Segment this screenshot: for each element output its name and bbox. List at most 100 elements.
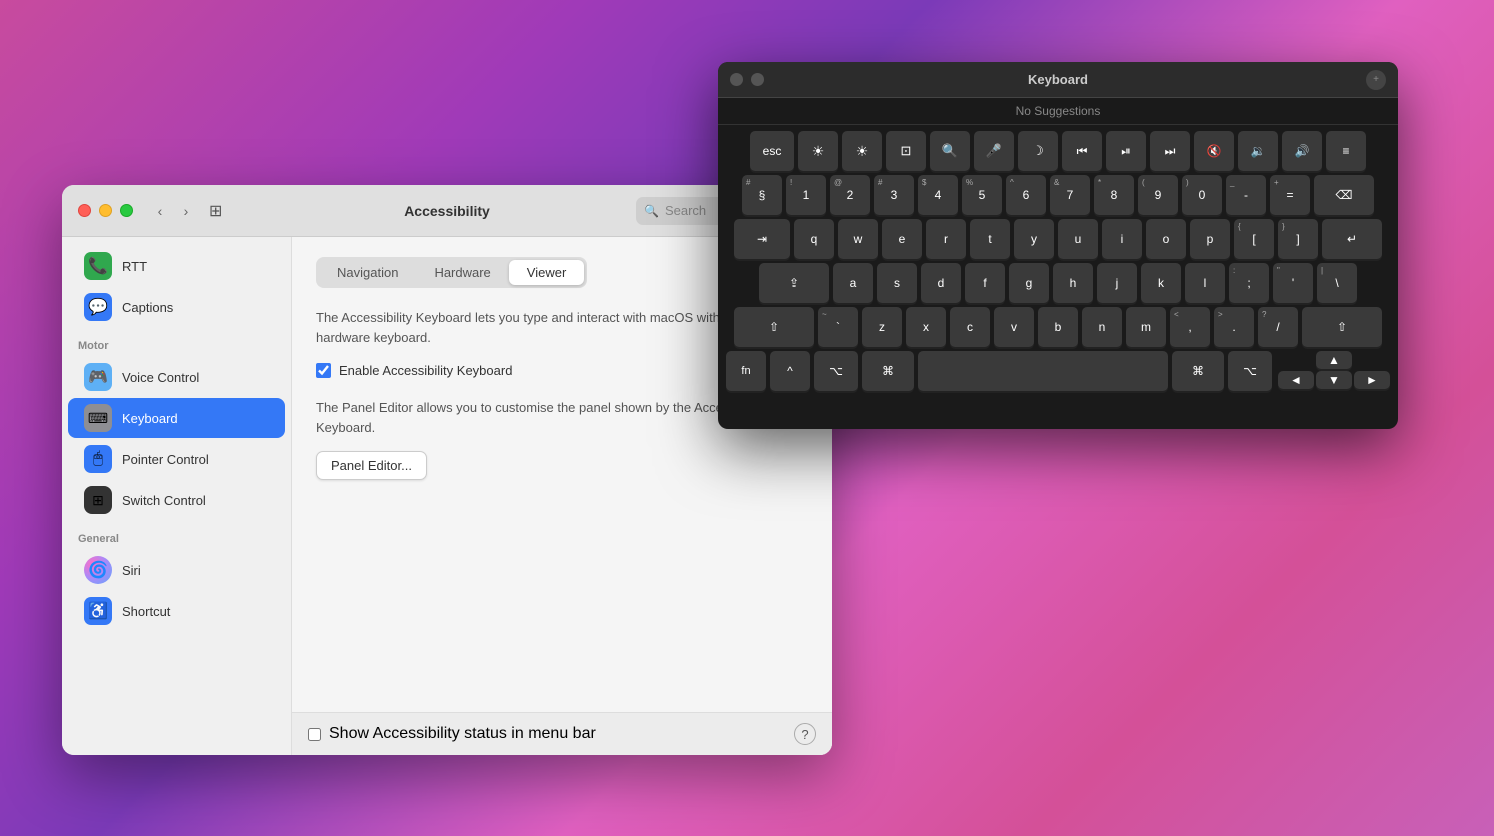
key-j[interactable]: j (1097, 263, 1137, 303)
key-bracket-right[interactable]: }] (1278, 219, 1318, 259)
key-quote[interactable]: "' (1273, 263, 1313, 303)
kb-expand-button[interactable]: + (1366, 70, 1386, 90)
key-l[interactable]: l (1185, 263, 1225, 303)
key-slash[interactable]: ?/ (1258, 307, 1298, 347)
key-backslash[interactable]: |\ (1317, 263, 1357, 303)
key-u[interactable]: u (1058, 219, 1098, 259)
key-capslock[interactable]: ⇪ (759, 263, 829, 303)
key-search[interactable]: 🔍 (930, 131, 970, 171)
sidebar-item-pointer-control[interactable]: 🖱 Pointer Control (68, 439, 285, 479)
panel-editor-button[interactable]: Panel Editor... (316, 451, 427, 480)
key-k[interactable]: k (1141, 263, 1181, 303)
key-5[interactable]: %5 (962, 175, 1002, 215)
key-0[interactable]: )0 (1182, 175, 1222, 215)
kb-close-button[interactable] (730, 73, 743, 86)
key-minus[interactable]: _- (1226, 175, 1266, 215)
key-brightness-up[interactable]: ☀ (842, 131, 882, 171)
grid-icon[interactable]: ⊞ (209, 201, 222, 221)
key-3[interactable]: #3 (874, 175, 914, 215)
key-o[interactable]: o (1146, 219, 1186, 259)
key-semicolon[interactable]: :; (1229, 263, 1269, 303)
show-status-checkbox[interactable] (308, 728, 321, 741)
key-v[interactable]: v (994, 307, 1034, 347)
key-b[interactable]: b (1038, 307, 1078, 347)
kb-minimize-button[interactable] (751, 73, 764, 86)
key-c[interactable]: c (950, 307, 990, 347)
sidebar-item-shortcut[interactable]: ♿ Shortcut (68, 591, 285, 631)
enable-keyboard-checkbox[interactable] (316, 363, 331, 378)
key-1[interactable]: !1 (786, 175, 826, 215)
key-9[interactable]: (9 (1138, 175, 1178, 215)
sidebar-item-captions[interactable]: 💬 Captions (68, 287, 285, 327)
key-4[interactable]: $4 (918, 175, 958, 215)
key-arrow-down[interactable]: ▼ (1316, 371, 1352, 389)
key-r[interactable]: r (926, 219, 966, 259)
key-s[interactable]: s (877, 263, 917, 303)
key-mute[interactable]: 🔇 (1194, 131, 1234, 171)
key-g[interactable]: g (1009, 263, 1049, 303)
forward-arrow[interactable]: › (175, 200, 197, 222)
key-ctrl[interactable]: ^ (770, 351, 810, 391)
key-y[interactable]: y (1014, 219, 1054, 259)
key-z[interactable]: z (862, 307, 902, 347)
key-mic[interactable]: 🎤 (974, 131, 1014, 171)
key-section[interactable]: #§ (742, 175, 782, 215)
sidebar-item-siri[interactable]: 🌀 Siri (68, 550, 285, 590)
help-button[interactable]: ? (794, 723, 816, 745)
key-mission-control[interactable]: ⊡ (886, 131, 926, 171)
key-backtick[interactable]: ~` (818, 307, 858, 347)
key-arrow-left[interactable]: ◄ (1278, 371, 1314, 389)
key-shift-left[interactable]: ⇧ (734, 307, 814, 347)
key-arrow-right[interactable]: ► (1354, 371, 1390, 389)
key-d[interactable]: d (921, 263, 961, 303)
key-esc[interactable]: esc (750, 131, 794, 171)
key-backspace[interactable]: ⌫ (1314, 175, 1374, 215)
key-e[interactable]: e (882, 219, 922, 259)
close-button[interactable] (78, 204, 91, 217)
sidebar-item-keyboard[interactable]: ⌨ Keyboard (68, 398, 285, 438)
key-equals[interactable]: += (1270, 175, 1310, 215)
sidebar-item-switch-control[interactable]: ⊞ Switch Control (68, 480, 285, 520)
key-q[interactable]: q (794, 219, 834, 259)
key-fn[interactable]: fn (726, 351, 766, 391)
sidebar-item-rtt[interactable]: 📞 RTT (68, 246, 285, 286)
key-tab[interactable]: ⇥ (734, 219, 790, 259)
key-spacebar[interactable] (918, 351, 1168, 391)
key-cmd-left[interactable]: ⌘ (862, 351, 914, 391)
key-n[interactable]: n (1082, 307, 1122, 347)
maximize-button[interactable] (120, 204, 133, 217)
key-dnd[interactable]: ☽ (1018, 131, 1058, 171)
key-arrow-up[interactable]: ▲ (1316, 351, 1352, 369)
key-period[interactable]: >. (1214, 307, 1254, 347)
key-m[interactable]: m (1126, 307, 1166, 347)
sidebar-item-voice-control[interactable]: 🎮 Voice Control (68, 357, 285, 397)
key-fast-forward[interactable]: ⏭ (1150, 131, 1190, 171)
key-p[interactable]: p (1190, 219, 1230, 259)
key-vol-down[interactable]: 🔉 (1238, 131, 1278, 171)
key-play-pause[interactable]: ⏯ (1106, 131, 1146, 171)
key-w[interactable]: w (838, 219, 878, 259)
key-rewind[interactable]: ⏮ (1062, 131, 1102, 171)
key-return[interactable]: ↵ (1322, 219, 1382, 259)
key-bracket-left[interactable]: {[ (1234, 219, 1274, 259)
key-x[interactable]: x (906, 307, 946, 347)
key-cmd-right[interactable]: ⌘ (1172, 351, 1224, 391)
key-f[interactable]: f (965, 263, 1005, 303)
key-brightness-down[interactable]: ☀ (798, 131, 838, 171)
key-7[interactable]: &7 (1050, 175, 1090, 215)
key-shift-right[interactable]: ⇧ (1302, 307, 1382, 347)
back-arrow[interactable]: ‹ (149, 200, 171, 222)
key-t[interactable]: t (970, 219, 1010, 259)
key-option-right[interactable]: ⌥ (1228, 351, 1272, 391)
key-i[interactable]: i (1102, 219, 1142, 259)
key-6[interactable]: ^6 (1006, 175, 1046, 215)
key-option-left[interactable]: ⌥ (814, 351, 858, 391)
key-vol-up[interactable]: 🔊 (1282, 131, 1322, 171)
key-a[interactable]: a (833, 263, 873, 303)
key-menu[interactable]: ≡ (1326, 131, 1366, 171)
tab-navigation[interactable]: Navigation (319, 260, 416, 285)
key-h[interactable]: h (1053, 263, 1093, 303)
key-comma[interactable]: <, (1170, 307, 1210, 347)
tab-hardware[interactable]: Hardware (416, 260, 508, 285)
key-2[interactable]: @2 (830, 175, 870, 215)
